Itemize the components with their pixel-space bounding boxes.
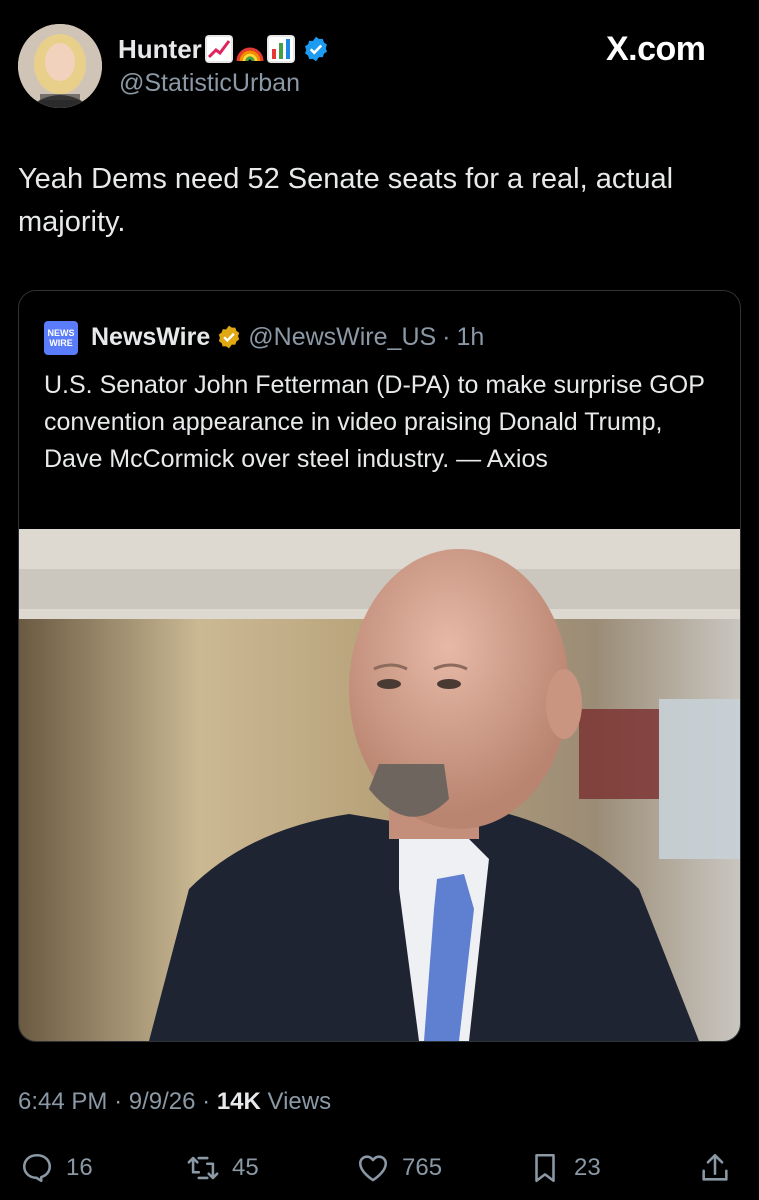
avatar-image <box>18 24 102 108</box>
man-in-suit-photo[interactable] <box>19 529 740 1041</box>
x-watermark: X.com <box>606 30 706 68</box>
reply-icon <box>22 1153 52 1183</box>
verified-gold-badge-icon <box>219 325 240 349</box>
bookmark-button[interactable]: 23 <box>528 1148 601 1188</box>
repost-count: 45 <box>232 1154 259 1181</box>
meta-dot: · <box>202 1088 211 1115</box>
user-handle[interactable]: @StatisticUrban <box>119 69 300 98</box>
verified-badge-icon <box>304 36 327 62</box>
heart-icon <box>358 1155 388 1182</box>
separator-dot: · <box>442 322 451 351</box>
avatar[interactable] <box>18 24 102 108</box>
quoted-tweet-text: U.S. Senator John Fetterman (D-PA) to ma… <box>44 371 705 473</box>
share-button[interactable] <box>698 1148 732 1188</box>
tweet-meta: 6:44 PM · 9/9/26 · 14K Views <box>18 1088 331 1116</box>
meta-dot: · <box>114 1088 123 1115</box>
repost-icon <box>187 1156 219 1180</box>
tweet-text: Yeah Dems need 52 Senate seats for a rea… <box>18 163 674 238</box>
tweet-time[interactable]: 6:44 PM <box>18 1088 107 1115</box>
chart-increasing-icon <box>204 35 233 63</box>
display-name[interactable]: Hunter <box>118 34 202 65</box>
share-icon <box>702 1153 728 1181</box>
like-button[interactable]: 765 <box>356 1148 442 1188</box>
newswire-logo-icon: NEWS WIRE <box>44 321 78 355</box>
quoted-time[interactable]: 1h <box>457 323 485 352</box>
like-count: 765 <box>402 1154 443 1181</box>
reply-button[interactable]: 16 <box>20 1148 93 1188</box>
reply-count: 16 <box>66 1154 93 1181</box>
rainbow-icon <box>236 35 264 63</box>
tweet-date[interactable]: 9/9/26 <box>129 1088 196 1115</box>
quoted-display-name[interactable]: NewsWire <box>91 323 210 352</box>
bookmark-icon <box>535 1153 555 1183</box>
views-label: Views <box>267 1088 332 1115</box>
views-count: 14K <box>216 1088 261 1115</box>
quoted-tweet-card[interactable]: NEWS WIRE NewsWire @NewsWire_US · 1h U.S… <box>18 290 741 1042</box>
bookmark-count: 23 <box>574 1154 601 1181</box>
repost-button[interactable]: 45 <box>186 1148 259 1188</box>
quoted-handle[interactable]: @NewsWire_US <box>248 323 436 352</box>
bar-chart-icon <box>266 35 295 63</box>
